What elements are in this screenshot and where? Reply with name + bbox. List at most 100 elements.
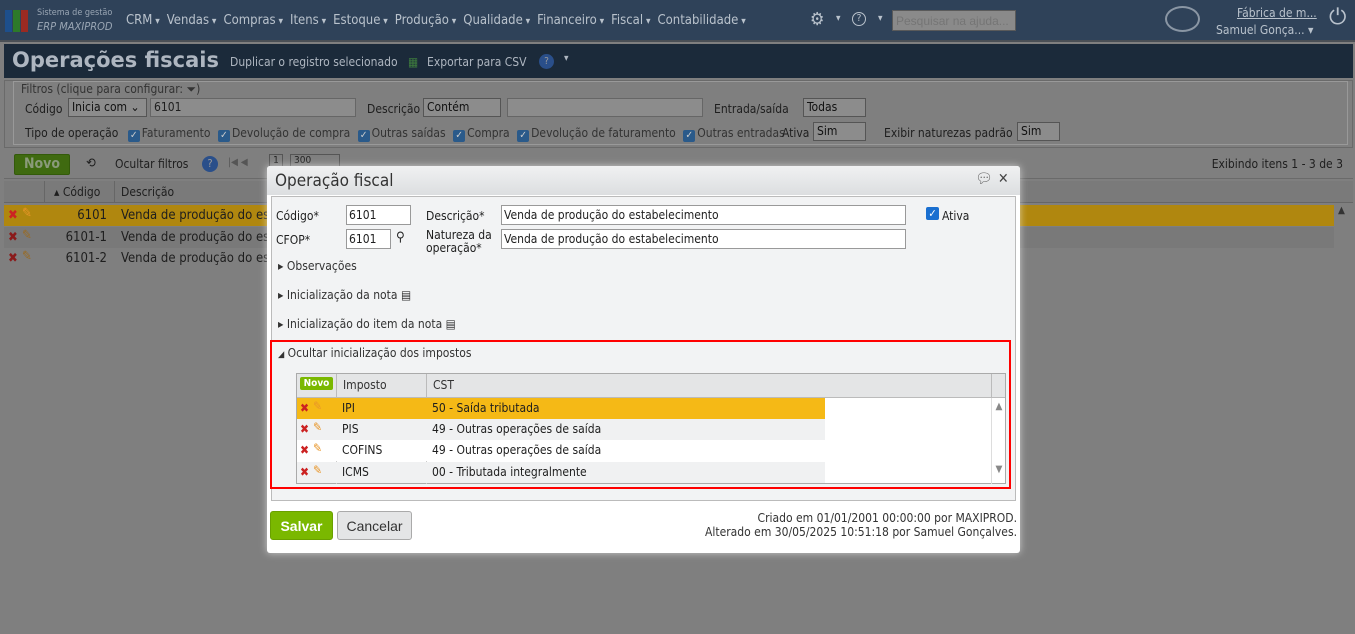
power-icon[interactable]: ⏻ (1329, 5, 1346, 30)
search-icon[interactable]: ⚲ (396, 230, 405, 245)
cell-imposto: PIS (342, 422, 359, 436)
audit-info: Criado em 01/01/2001 00:00:00 por MAXIPR… (705, 511, 1017, 539)
descricao-input[interactable]: Venda de produção do estabelecimento (501, 205, 906, 225)
cancel-button[interactable]: Cancelar (337, 511, 412, 540)
ativa-filter-label: Ativa (782, 126, 810, 140)
delete-icon[interactable]: ✖ (8, 230, 18, 245)
comment-icon[interactable]: 💬︎ (975, 171, 993, 187)
gear-icon[interactable]: ⚙ (810, 9, 825, 30)
descricao-operator-select[interactable]: Contém (423, 98, 501, 117)
column-descricao[interactable]: Descrição (121, 185, 174, 199)
first-page-icon[interactable]: |◀ ◀ (228, 157, 248, 168)
codigo-filter-label: Código (25, 102, 63, 116)
help-icon[interactable]: ? (539, 54, 554, 69)
checkbox-label: Compra (467, 126, 510, 140)
refresh-icon[interactable]: ⟲ (86, 156, 96, 171)
tax-row[interactable]: ✖ ✎ ICMS 00 - Tributada integralmente (297, 462, 825, 483)
modified-info: Alterado em 30/05/2025 10:51:18 por Samu… (704, 525, 1017, 539)
cell-cst: 50 - Saída tributada (432, 401, 540, 415)
chevron-down-icon[interactable]: ▾ (564, 53, 569, 64)
excel-icon: ▦ (408, 55, 419, 69)
ativa-checkbox[interactable]: ✓ (926, 207, 939, 220)
menu-financeiro[interactable]: Financeiro (537, 13, 604, 28)
checkbox-compra[interactable]: ✓ (453, 130, 466, 142)
top-navbar: Sistema de gestão ERP MAXIPROD CRM Venda… (0, 0, 1355, 42)
menu-compras[interactable]: Compras (223, 13, 283, 28)
export-csv-link[interactable]: Exportar para CSV (427, 55, 527, 69)
checkbox-devolucao-compra[interactable]: ✓ (217, 130, 230, 142)
filters-legend[interactable]: Filtros (clique para configurar: (21, 82, 183, 96)
cell-codigo: 6101 (77, 208, 107, 223)
column-cst[interactable]: CST (426, 374, 991, 398)
checkbox-outras-saidas[interactable]: ✓ (357, 130, 370, 142)
duplicate-link[interactable]: Duplicar o registro selecionado (230, 55, 398, 69)
menu-fiscal[interactable]: Fiscal (611, 13, 650, 28)
entrada-saida-select[interactable]: Todas (803, 98, 866, 117)
edit-icon[interactable]: ✎ (313, 441, 322, 455)
save-button[interactable]: Salvar (270, 511, 333, 540)
brand-line1: Sistema de gestão (37, 8, 113, 18)
cfop-input[interactable]: 6101 (346, 229, 391, 249)
edit-icon[interactable]: ✎ (313, 399, 322, 413)
descricao-label: Descrição* (426, 209, 485, 223)
menu-vendas[interactable]: Vendas (167, 13, 217, 28)
cell-cst: 49 - Outras operações de saída (432, 443, 602, 457)
delete-icon[interactable]: ✖ (8, 208, 18, 223)
company-link[interactable]: Fábrica de m... (1237, 6, 1317, 20)
edit-icon[interactable]: ✎ (313, 420, 322, 434)
checkbox-label: Devolução de compra (231, 126, 351, 140)
user-menu[interactable]: Samuel Gonça... ▾ (1216, 23, 1313, 37)
chat-icon[interactable] (1165, 6, 1200, 32)
menu-qualidade[interactable]: Qualidade (463, 13, 530, 28)
menu-crm[interactable]: CRM (126, 13, 160, 28)
delete-icon[interactable]: ✖ (300, 401, 309, 415)
edit-icon[interactable]: ✎ (22, 249, 32, 264)
novo-button[interactable]: Novo (14, 154, 70, 175)
menu-contabilidade[interactable]: Contabilidade (657, 13, 745, 28)
menu-producao[interactable]: Produção (395, 13, 456, 28)
codigo-filter-input[interactable]: 6101 (150, 98, 356, 117)
edit-icon[interactable]: ✎ (22, 206, 32, 221)
tax-row[interactable]: ✖ ✎ IPI 50 - Saída tributada (297, 398, 825, 419)
delete-icon[interactable]: ✖ (300, 465, 309, 479)
checkbox-faturamento[interactable]: ✓ (127, 130, 140, 142)
chevron-down-icon[interactable]: ▾ (878, 13, 883, 24)
column-codigo[interactable]: ▴ Código (54, 185, 100, 199)
edit-icon[interactable]: ✎ (313, 463, 322, 477)
ocultar-filtros-button[interactable]: Ocultar filtros (115, 157, 188, 171)
section-inicializacao-nota[interactable]: ▸ Inicialização da nota ▤ (278, 288, 411, 302)
page-title: Operações fiscais (12, 48, 219, 72)
delete-icon[interactable]: ✖ (8, 251, 18, 266)
section-observacoes[interactable]: ▸ Observações (278, 259, 357, 273)
logo (5, 9, 29, 33)
codigo-operator-select[interactable]: Inicia com ⌄ (68, 98, 147, 117)
help-icon[interactable]: ? (852, 12, 866, 26)
descricao-filter-input[interactable] (507, 98, 703, 117)
menu-itens[interactable]: Itens (290, 13, 326, 28)
edit-icon[interactable]: ✎ (22, 228, 32, 243)
close-icon[interactable]: ✕ (998, 171, 1009, 187)
novo-imposto-button[interactable]: Novo (300, 377, 333, 390)
section-inicializacao-item[interactable]: ▸ Inicialização do item da nota ▤ (278, 317, 456, 331)
delete-icon[interactable]: ✖ (300, 422, 309, 436)
tax-row[interactable]: ✖ ✎ COFINS 49 - Outras operações de saída (297, 440, 825, 461)
natureza-input[interactable]: Venda de produção do estabelecimento (501, 229, 906, 249)
naturezas-padrao-select[interactable]: Sim (1017, 122, 1060, 141)
help-search-input[interactable] (892, 10, 1016, 31)
filter-icon[interactable]: ⏷ (187, 82, 197, 96)
ativa-filter-select[interactable]: Sim (813, 122, 866, 141)
delete-icon[interactable]: ✖ (300, 443, 309, 457)
tax-grid-header-actions: Novo (297, 374, 336, 398)
scrollbar[interactable]: ▲ ▼ (991, 398, 1006, 484)
scroll-up-icon[interactable]: ▲ (1338, 205, 1345, 216)
help-icon[interactable]: ? (202, 156, 218, 172)
dialog-header: Operação fiscal 💬︎ ✕ (267, 166, 1020, 195)
menu-estoque[interactable]: Estoque (333, 13, 388, 28)
column-imposto[interactable]: Imposto (336, 374, 426, 398)
checkbox-devolucao-faturamento[interactable]: ✓ (517, 130, 530, 142)
chevron-down-icon[interactable]: ▾ (836, 13, 841, 24)
ativa-label: Ativa (942, 209, 970, 223)
codigo-input[interactable]: 6101 (346, 205, 411, 225)
tax-row[interactable]: ✖ ✎ PIS 49 - Outras operações de saída (297, 419, 825, 440)
checkbox-outras-entradas[interactable]: ✓ (683, 130, 696, 142)
